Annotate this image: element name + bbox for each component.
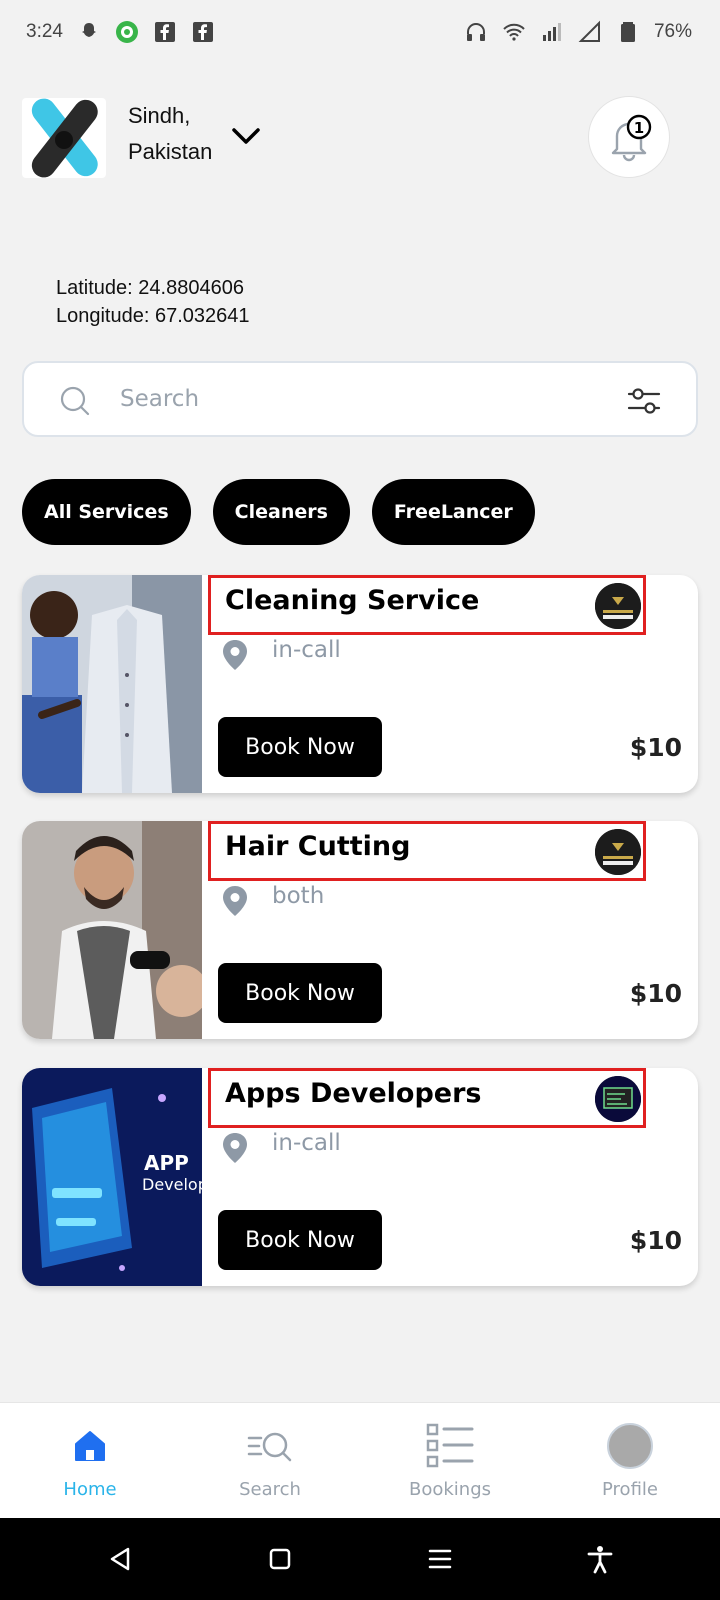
header: Sindh, Pakistan 1: [22, 96, 684, 180]
chip-freelancer[interactable]: FreeLancer: [371, 479, 535, 545]
nav-bookings-label: Bookings: [408, 1479, 491, 1500]
app-logo: [22, 98, 106, 178]
notification-count: 1: [634, 119, 644, 137]
service-title: Hair Cutting: [225, 831, 411, 862]
service-location-type: both: [272, 883, 325, 909]
chip-all-services[interactable]: All Services: [22, 479, 191, 545]
service-price: $10: [629, 1226, 682, 1255]
title-highlight: Cleaning Service: [208, 575, 646, 635]
recents-icon[interactable]: [416, 1535, 464, 1583]
service-card[interactable]: Cleaning Service in-call Book Now $10: [22, 575, 698, 793]
latitude-text: Latitude: 24.8804606: [56, 277, 244, 299]
back-icon[interactable]: [96, 1535, 144, 1583]
coordinates: Latitude: 24.8804606 Longitude: 67.03264…: [56, 274, 250, 330]
wifi-icon: [502, 20, 526, 44]
snapchat-icon: [77, 20, 101, 44]
service-card[interactable]: Hair Cutting both Book Now $10: [22, 821, 698, 1039]
service-price: $10: [629, 979, 682, 1008]
status-time: 3:24: [26, 21, 63, 42]
facebook-icon: [191, 20, 215, 44]
book-now-button[interactable]: Book Now: [218, 717, 382, 777]
image-caption-develop: Develop: [142, 1175, 202, 1194]
location-region: Sindh,: [128, 103, 191, 128]
search-bar: [22, 361, 698, 437]
nav-search[interactable]: Search: [180, 1421, 360, 1500]
home-button-icon[interactable]: [256, 1535, 304, 1583]
notification-button[interactable]: 1: [588, 96, 670, 178]
service-title: Cleaning Service: [225, 585, 480, 616]
location-pin-icon: [223, 640, 247, 670]
category-chips: All Services Cleaners FreeLancer: [22, 479, 535, 545]
image-caption-app: APP: [144, 1151, 189, 1175]
title-highlight: Apps Developers: [208, 1068, 646, 1128]
nav-profile-label: Profile: [602, 1479, 658, 1500]
bottom-nav: Home Search Bookings Profile: [0, 1402, 720, 1518]
signal-empty-icon: [578, 20, 602, 44]
provider-avatar: [595, 829, 641, 875]
title-highlight: Hair Cutting: [208, 821, 646, 881]
accessibility-icon[interactable]: [576, 1535, 624, 1583]
provider-avatar: [595, 1076, 641, 1122]
location-country: Pakistan: [128, 139, 213, 164]
chevron-down-icon[interactable]: [228, 118, 264, 154]
nav-profile[interactable]: Profile: [540, 1421, 720, 1500]
bell-icon: 1: [611, 114, 652, 162]
provider-avatar: [595, 583, 641, 629]
longitude-text: Longitude: 67.032641: [56, 305, 250, 327]
nav-home[interactable]: Home: [0, 1421, 180, 1500]
nav-home-label: Home: [63, 1479, 117, 1500]
service-card[interactable]: APP Develop Apps Developers in-call Book…: [22, 1068, 698, 1286]
service-location-type: in-call: [272, 637, 341, 663]
service-image: [22, 575, 202, 793]
service-image: APP Develop: [22, 1068, 202, 1286]
service-title: Apps Developers: [225, 1078, 482, 1109]
book-now-button[interactable]: Book Now: [218, 1210, 382, 1270]
location-pin-icon: [223, 1133, 247, 1163]
filter-icon[interactable]: [626, 383, 662, 419]
facebook-icon: [153, 20, 177, 44]
nav-bookings[interactable]: Bookings: [360, 1421, 540, 1500]
service-image: [22, 821, 202, 1039]
book-now-button[interactable]: Book Now: [218, 963, 382, 1023]
service-price: $10: [629, 733, 682, 762]
battery-icon: [616, 20, 640, 44]
nav-search-label: Search: [239, 1479, 301, 1500]
chip-cleaners[interactable]: Cleaners: [212, 479, 350, 545]
location-pin-icon: [223, 886, 247, 916]
service-location-type: in-call: [272, 1130, 341, 1156]
status-bar: 3:24 76%: [0, 0, 720, 64]
app-badge-icon: [115, 20, 139, 44]
home-icon: [65, 1421, 115, 1471]
search-input[interactable]: [120, 379, 590, 419]
battery-level: 76%: [653, 21, 692, 42]
list-icon: [425, 1421, 475, 1471]
headphones-icon: [464, 20, 488, 44]
location-selector[interactable]: Sindh, Pakistan: [128, 98, 212, 170]
system-nav-bar: [0, 1518, 720, 1600]
search-list-icon: [245, 1421, 295, 1471]
signal-icon: [540, 20, 564, 44]
search-icon: [60, 386, 90, 416]
avatar-icon: [605, 1421, 655, 1471]
